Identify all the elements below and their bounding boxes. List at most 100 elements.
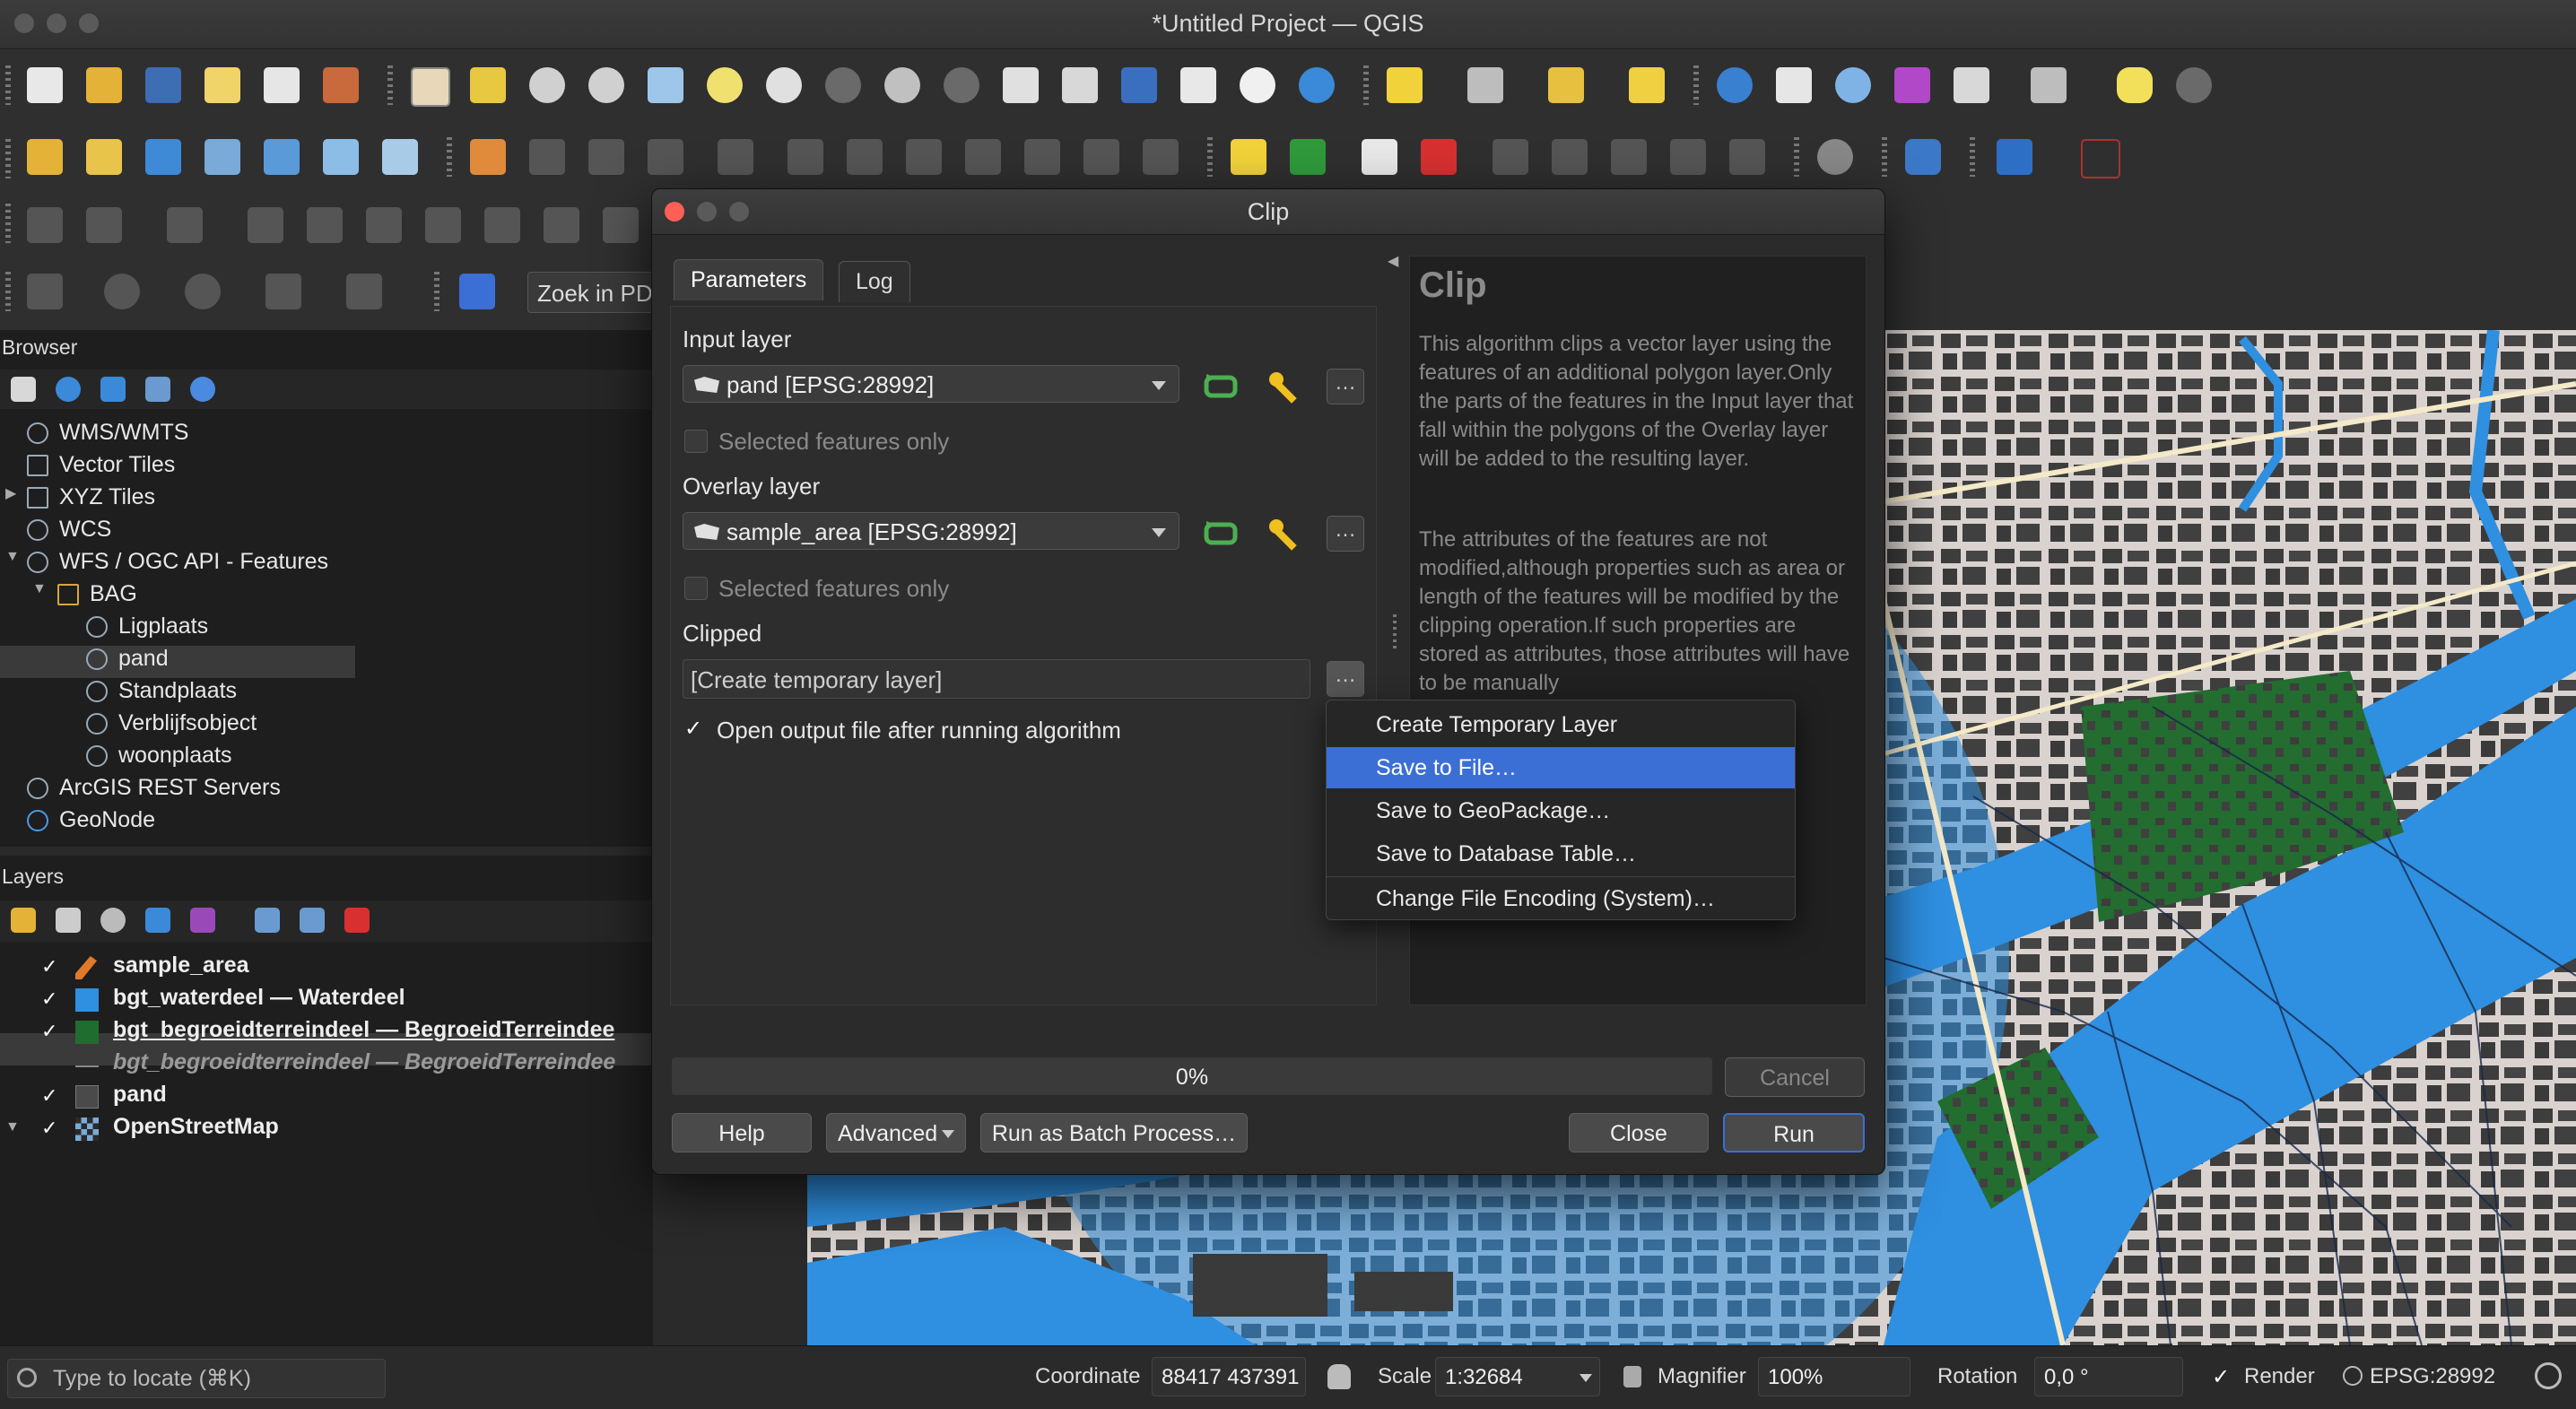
zoom-out-icon[interactable]: [588, 67, 624, 103]
select-features-icon[interactable]: [1387, 67, 1423, 103]
add-group-icon[interactable]: [56, 908, 81, 933]
new-bookmark-icon[interactable]: [1121, 67, 1157, 103]
toolbar-grip[interactable]: [447, 137, 452, 177]
show-bookmarks-icon[interactable]: [1180, 67, 1216, 103]
overlay-layer-combo[interactable]: sample_area [EPSG:28992]: [683, 512, 1179, 550]
map-tips-icon[interactable]: [2117, 67, 2153, 103]
diagram-options-icon[interactable]: [1290, 139, 1326, 175]
style-panel-icon[interactable]: [11, 908, 36, 933]
lock-scale-icon[interactable]: [1623, 1366, 1641, 1387]
menu-item-save-to-geopackage[interactable]: Save to GeoPackage…: [1327, 790, 1795, 831]
rotate-feature-icon[interactable]: [248, 207, 283, 243]
clipped-output-field[interactable]: [Create temporary layer]: [683, 659, 1310, 699]
filter-expression-icon[interactable]: [190, 908, 215, 933]
new-3d-view-icon[interactable]: [1062, 67, 1098, 103]
paste-features-icon[interactable]: [1024, 139, 1060, 175]
add-part-icon[interactable]: [425, 207, 461, 243]
browser-item-xyz-tiles[interactable]: XYZ Tiles: [27, 484, 155, 517]
plugin-gear-icon[interactable]: [2176, 67, 2212, 103]
visibility-eye-icon[interactable]: [100, 908, 126, 933]
layer-begroeid-2[interactable]: bgt_begroeidterreindeel — BegroeidTerrei…: [113, 1049, 651, 1082]
pin-labels-icon[interactable]: [1421, 139, 1457, 175]
render-checkbox[interactable]: ✓: [2212, 1364, 2230, 1390]
fill-ring-icon[interactable]: [484, 207, 520, 243]
pan-to-selection-icon[interactable]: [470, 67, 506, 103]
attribute-table-icon[interactable]: [1776, 67, 1812, 103]
layer-begroeid-1[interactable]: bgt_begroeidterreindeel — BegroeidTerrei…: [113, 1017, 651, 1049]
remove-layer-icon[interactable]: [344, 908, 370, 933]
collapse-all-icon[interactable]: [145, 377, 170, 402]
overlay-selected-only-checkbox[interactable]: [684, 577, 708, 600]
pan-map-icon[interactable]: [411, 67, 450, 107]
delete-part-icon[interactable]: [603, 207, 639, 243]
data-source-manager-icon[interactable]: [27, 139, 63, 175]
zoom-to-layer-icon[interactable]: [766, 67, 802, 103]
collapse-osm-arrow[interactable]: ▼: [5, 1119, 20, 1152]
magnifier-field[interactable]: 100%: [1758, 1357, 1910, 1396]
redo-icon[interactable]: [1143, 139, 1179, 175]
wrench-icon[interactable]: [1264, 514, 1303, 553]
batch-process-button[interactable]: Run as Batch Process…: [980, 1113, 1248, 1152]
layer-visibility-checkbox[interactable]: ✓: [41, 989, 59, 1009]
temporal-controller-icon[interactable]: [1240, 67, 1275, 103]
save-edits-icon[interactable]: [588, 139, 624, 175]
new-virtual-layer-icon[interactable]: [323, 139, 359, 175]
highlight-pinned-labels-icon[interactable]: [1362, 139, 1397, 175]
filter-browser-icon[interactable]: [100, 377, 126, 402]
new-map-view-icon[interactable]: [1003, 67, 1039, 103]
open-table-icon[interactable]: [1954, 67, 1989, 103]
browser-item-verblijfsobject[interactable]: Verblijfsobject: [86, 710, 257, 743]
crs-label[interactable]: EPSG:28992: [2370, 1364, 2495, 1389]
toolbar-grip[interactable]: [1970, 137, 1975, 177]
add-ring-icon[interactable]: [366, 207, 402, 243]
layer-pand[interactable]: pand: [113, 1082, 167, 1114]
cut-features-icon[interactable]: [906, 139, 942, 175]
zoom-native-icon[interactable]: [825, 67, 861, 103]
menu-item-create-temporary-layer[interactable]: Create Temporary Layer: [1327, 704, 1795, 745]
delete-ring-icon[interactable]: [544, 207, 579, 243]
label-toolbar-icon[interactable]: [1231, 139, 1266, 175]
expand-xyz-arrow[interactable]: ▶: [5, 484, 16, 517]
measure-line-icon[interactable]: [2031, 67, 2067, 103]
layer-visibility-checkbox[interactable]: ✓: [41, 1118, 59, 1138]
add-feature-icon[interactable]: [648, 139, 683, 175]
layer-waterdeel[interactable]: bgt_waterdeel — Waterdeel: [113, 985, 405, 1017]
zoom-to-selection-icon[interactable]: [707, 67, 743, 103]
open-output-checkbox[interactable]: ✓: [684, 718, 706, 740]
menu-item-change-file-encoding[interactable]: Change File Encoding (System)…: [1327, 878, 1795, 919]
messages-icon[interactable]: [2535, 1362, 2562, 1389]
toolbar-grip[interactable]: [5, 272, 11, 311]
rotation-field[interactable]: 0,0 °: [2034, 1357, 2183, 1396]
change-label-icon[interactable]: [1670, 139, 1706, 175]
input-layer-more-button[interactable]: …: [1327, 369, 1364, 404]
input-layer-combo[interactable]: pand [EPSG:28992]: [683, 365, 1179, 403]
add-selected-layers-icon[interactable]: [11, 377, 36, 402]
input-selected-only-checkbox[interactable]: [684, 430, 708, 453]
collapse-help-arrow[interactable]: ◀: [1388, 252, 1405, 270]
locator-input[interactable]: Type to locate (⌘K): [53, 1365, 251, 1392]
delete-selected-icon[interactable]: [847, 139, 883, 175]
undo-icon[interactable]: [1083, 139, 1119, 175]
pane-splitter[interactable]: [1393, 614, 1397, 650]
tab-parameters[interactable]: Parameters: [674, 259, 824, 300]
coordinate-field[interactable]: 88417 437391: [1152, 1357, 1306, 1396]
refresh-browser-icon[interactable]: [56, 377, 81, 402]
help-icon[interactable]: [1997, 139, 2032, 175]
new-shapefile-layer-icon[interactable]: [145, 139, 181, 175]
cancel-button[interactable]: Cancel: [1725, 1057, 1865, 1097]
browser-item-vector-tiles[interactable]: Vector Tiles: [27, 452, 175, 484]
style-manager-icon[interactable]: [323, 67, 359, 103]
layer-openstreetmap[interactable]: OpenStreetMap: [113, 1114, 279, 1146]
crosshair-icon[interactable]: [2081, 139, 2120, 178]
toggle-editing-icon[interactable]: [470, 139, 506, 175]
layer-visibility-checkbox[interactable]: ✓: [41, 1086, 59, 1106]
close-button[interactable]: Close: [1569, 1113, 1709, 1152]
new-print-layout-icon[interactable]: [205, 67, 240, 103]
iterate-icon[interactable]: [1203, 516, 1239, 552]
statistics-sigma-icon[interactable]: [1894, 67, 1930, 103]
select-by-value-icon[interactable]: [1467, 67, 1503, 103]
new-geopackage-layer-icon[interactable]: [86, 139, 122, 175]
circle-digitize-icon[interactable]: [104, 274, 140, 309]
collapse-all-layers-icon[interactable]: [300, 908, 325, 933]
tab-log[interactable]: Log: [839, 261, 910, 302]
